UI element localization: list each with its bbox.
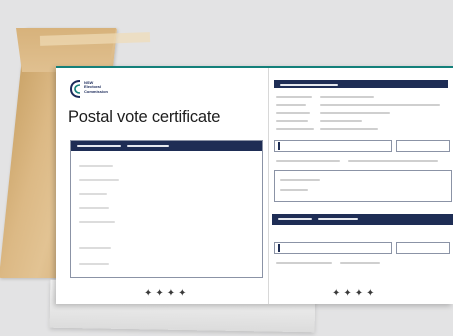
date-field xyxy=(396,140,450,152)
text-line xyxy=(276,128,314,130)
field-label xyxy=(79,179,119,181)
logo-wordmark: NSW Electoral Commission xyxy=(84,80,109,94)
commission-emblem-icon xyxy=(70,80,81,98)
text-line xyxy=(276,160,340,162)
text-line xyxy=(320,128,378,130)
text-line xyxy=(320,96,374,98)
text-line xyxy=(276,112,310,114)
electoral-commission-logo: NSW Electoral Commission xyxy=(70,80,126,102)
field-label xyxy=(79,165,113,167)
signature-mark-right: ✦✦✦✦ xyxy=(332,288,378,299)
postal-vote-certificate: NSW Electoral Commission Postal vote cer… xyxy=(56,66,453,304)
text-line xyxy=(320,120,362,122)
text-line xyxy=(320,104,440,106)
field-label xyxy=(79,193,107,195)
text-line xyxy=(276,120,308,122)
text-line xyxy=(276,96,312,98)
page-divider xyxy=(268,68,269,304)
text-line xyxy=(276,104,306,106)
photo-scene: NSW Electoral Commission Postal vote cer… xyxy=(0,0,453,336)
witness-details-box xyxy=(274,170,452,202)
signature-mark-left: ✦✦✦✦ xyxy=(144,288,190,299)
text-line xyxy=(340,262,380,264)
declaration-header-band xyxy=(274,80,448,88)
witness-date-field xyxy=(396,242,450,254)
witness-header-band xyxy=(272,214,453,225)
text-line xyxy=(348,160,438,162)
page-title: Postal vote certificate xyxy=(68,108,221,126)
field-label xyxy=(79,221,115,223)
voter-details-section xyxy=(70,140,263,278)
text-line xyxy=(276,262,332,264)
text-line xyxy=(320,112,390,114)
signature-field xyxy=(274,140,392,152)
field-label xyxy=(79,207,109,209)
section-header-band xyxy=(71,141,262,151)
witness-signature-field xyxy=(274,242,392,254)
field-label xyxy=(79,263,109,265)
field-label xyxy=(79,247,111,249)
